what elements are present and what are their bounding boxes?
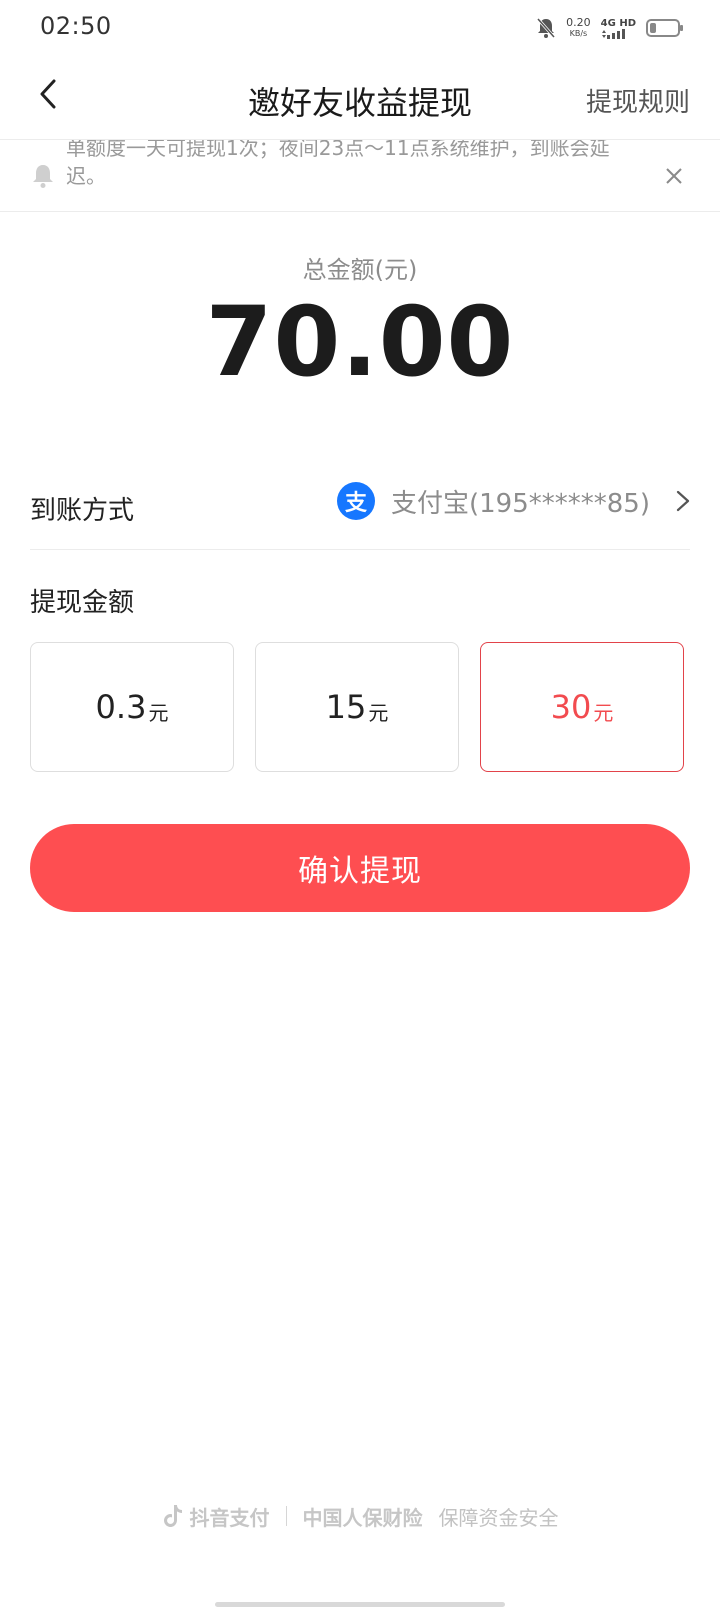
payout-method-row[interactable]: 到账方式 支 支付宝(195******85) [30,460,690,550]
payout-method-label: 到账方式 [30,496,135,526]
speed-unit: KB/s [569,29,588,38]
footer-guarantee: 保障资金安全 [438,1505,559,1530]
mute-bell-icon [537,18,556,38]
option-amount: 30 [550,688,592,726]
withdraw-amount-label: 提现金额 [30,588,135,618]
option-amount: 15 [325,688,367,726]
notice-text: 单额度一天可提现1次；夜间23点～11点系统维护，到账会延迟。 [66,140,610,188]
withdraw-rules-link[interactable]: 提现规则 [586,82,690,119]
signal-icon [601,28,625,39]
footer-insurer: 中国人保财险 [302,1505,423,1530]
amount-options: 0.3 元 15 元 30 元 [30,642,684,772]
confirm-withdraw-button[interactable]: 确认提现 [30,824,690,912]
network-speed: 0.20 KB/s [566,17,591,39]
home-indicator[interactable] [215,1602,505,1607]
footer-divider [285,1506,287,1526]
option-unit: 元 [148,700,169,725]
security-footer: 抖音支付 中国人保财险 保障资金安全 [0,1498,720,1534]
speed-value: 0.20 [566,16,591,29]
status-icons: 0.20 KB/s 4G HD [536,14,683,42]
amount-option-30[interactable]: 30 元 [480,642,684,772]
option-amount: 0.3 [95,688,147,726]
total-amount-value: 70.00 [205,286,515,398]
total-amount-label: 总金额(元) [302,256,418,284]
tiktok-note-icon [163,1505,182,1527]
withdraw-page: 02:50 0.20 KB/s 4G HD 邀好友收益提现 提现规则 单额度一天… [0,0,720,1612]
payout-method-selector[interactable]: 支 支付宝(195******85) [337,480,690,522]
network-indicator: 4G HD [601,18,636,39]
amount-option-0-3[interactable]: 0.3 元 [30,642,234,772]
option-unit: 元 [368,700,389,725]
footer-brand: 抖音支付 [189,1505,270,1530]
close-icon[interactable] [660,162,688,190]
bell-icon [33,165,53,188]
payout-account: 支付宝(195******85) [391,488,650,519]
chevron-right-icon [676,490,690,512]
status-bar: 02:50 0.20 KB/s 4G HD [0,0,720,56]
status-time: 02:50 [40,12,112,40]
amount-option-15[interactable]: 15 元 [255,642,459,772]
notice-bar: 单额度一天可提现1次；夜间23点～11点系统维护，到账会延迟。 [0,140,720,212]
battery-icon [646,19,683,37]
nav-header: 邀好友收益提现 提现规则 [0,56,720,140]
network-type: 4G HD [600,17,636,29]
option-unit: 元 [593,700,614,725]
alipay-icon: 支 [337,482,375,520]
